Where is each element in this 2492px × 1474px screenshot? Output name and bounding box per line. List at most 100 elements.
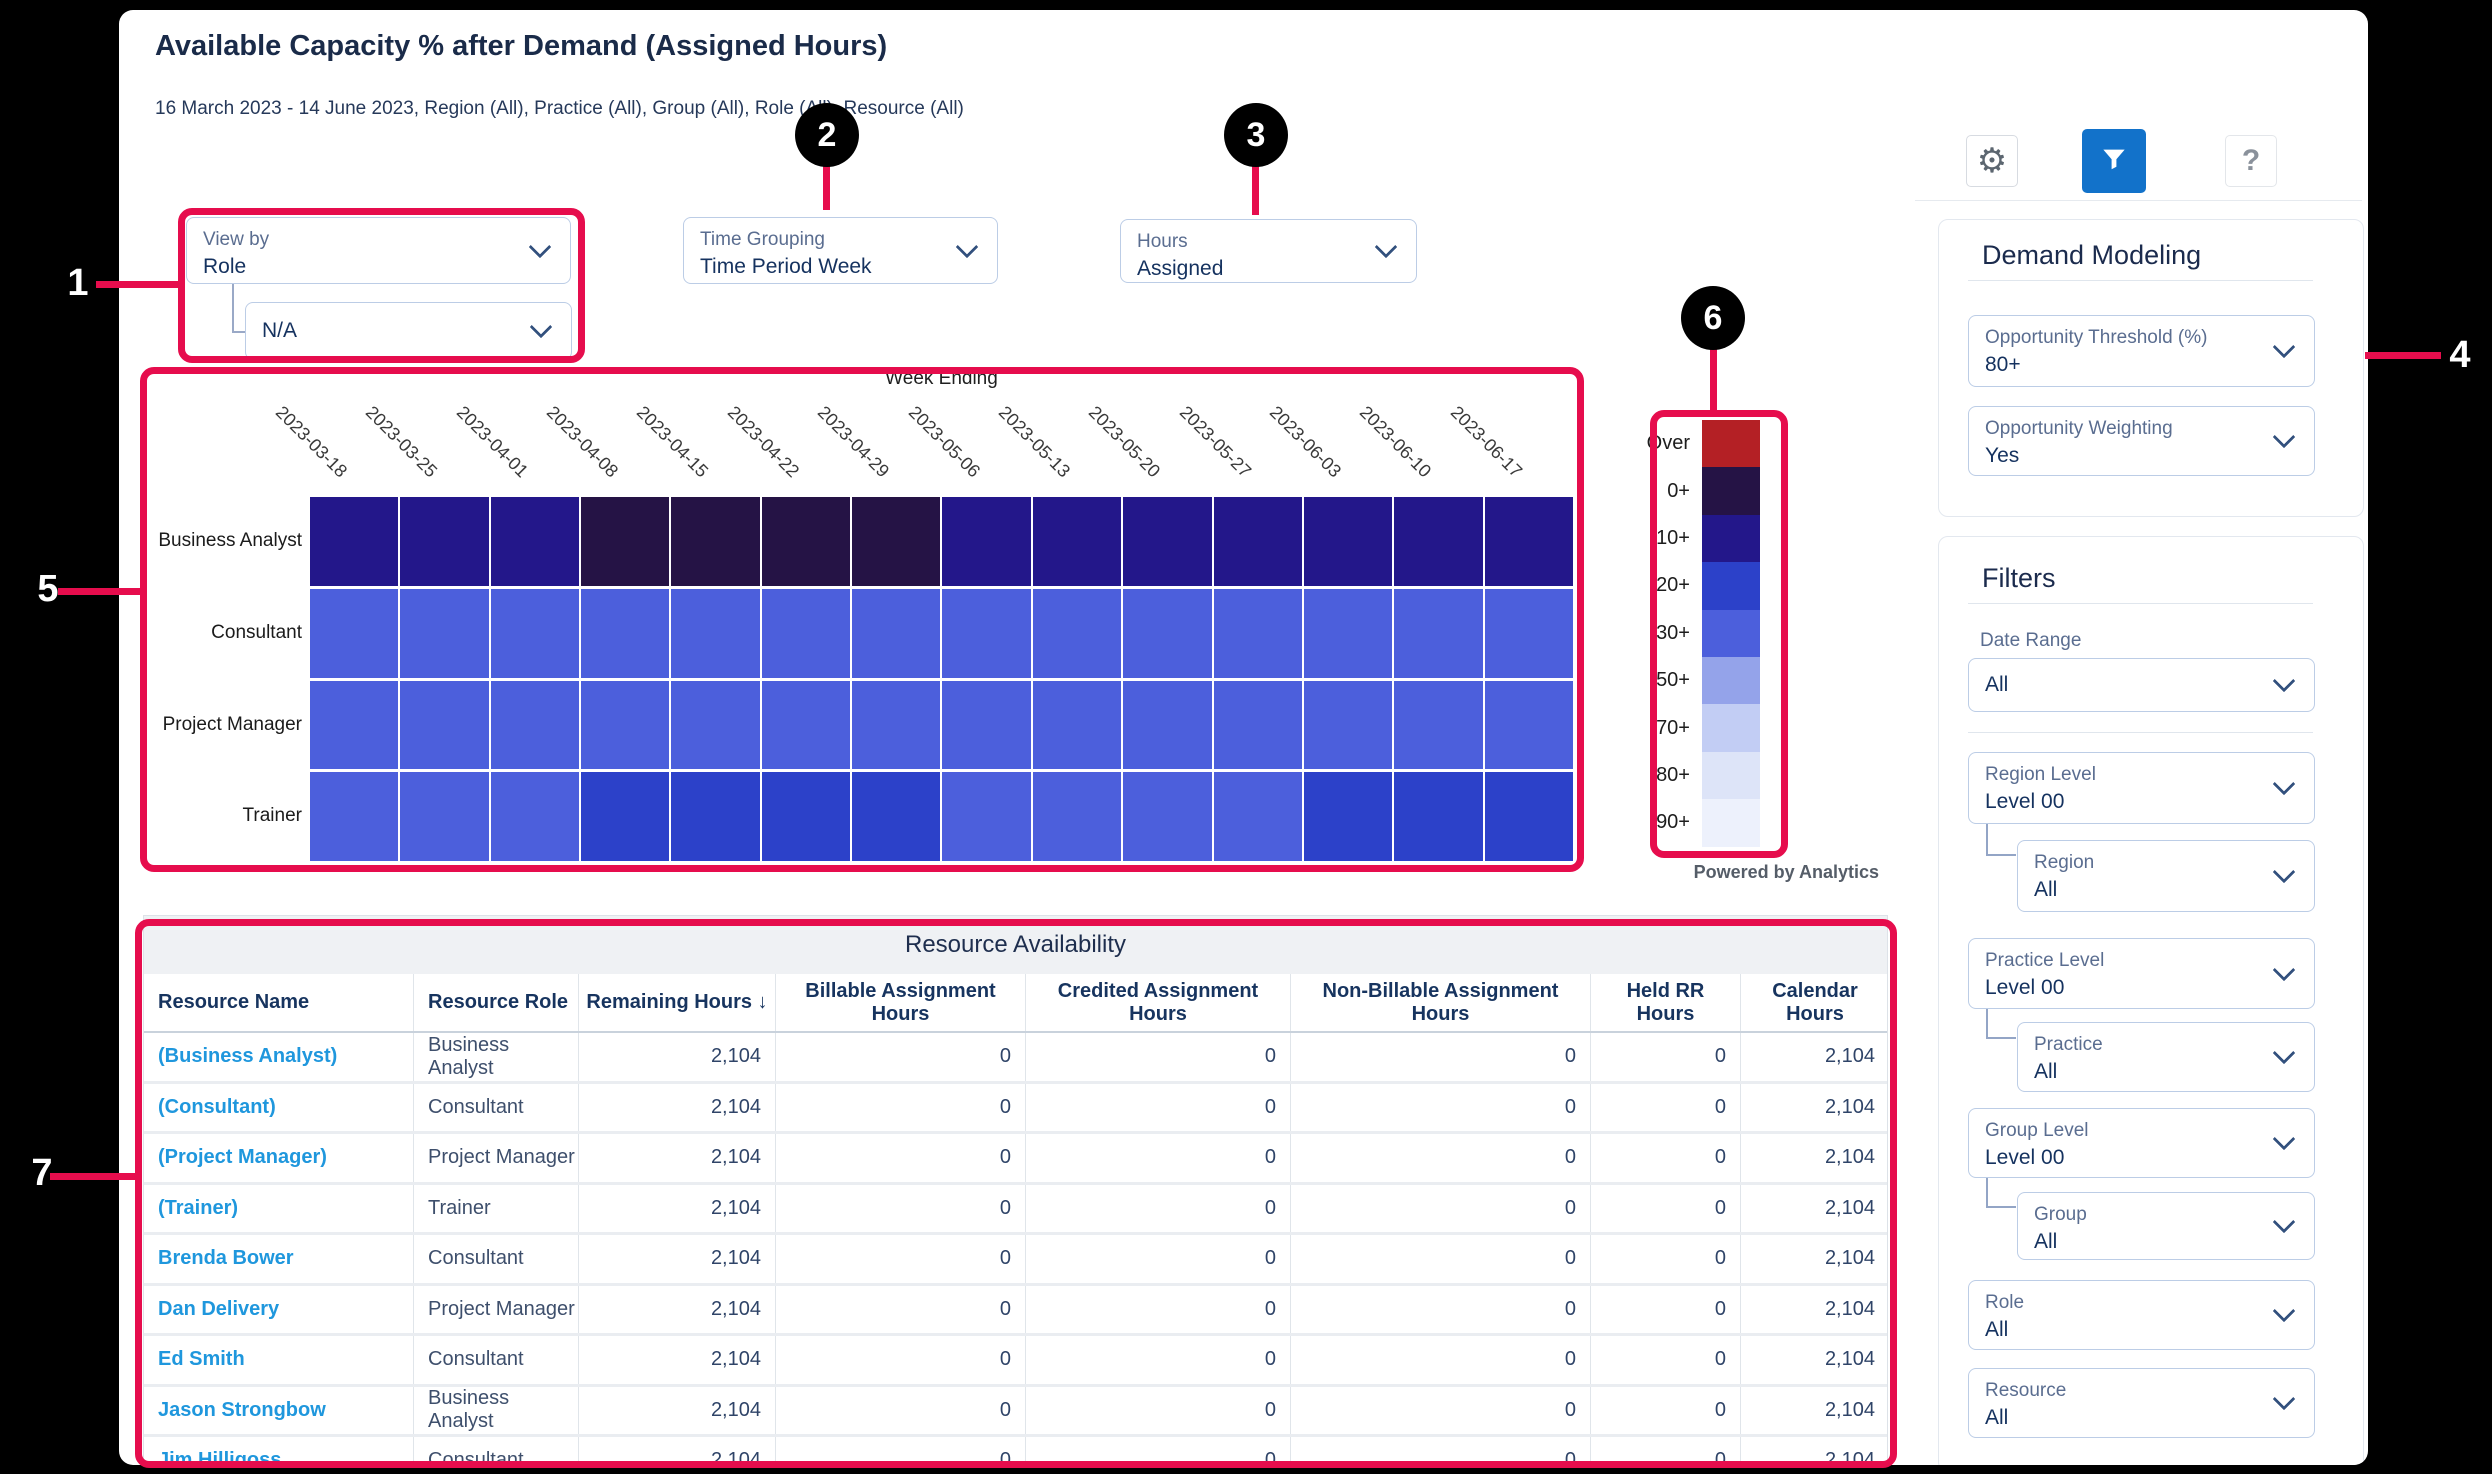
hours-dropdown[interactable]: Hours Assigned bbox=[1120, 219, 1417, 283]
practice-level-dropdown[interactable]: Practice Level Level 00 bbox=[1968, 938, 2315, 1009]
heatmap-cell[interactable] bbox=[852, 680, 941, 770]
heatmap-cell[interactable] bbox=[581, 497, 670, 586]
filter-button[interactable] bbox=[2082, 129, 2146, 193]
heatmap-cell[interactable] bbox=[852, 772, 941, 861]
heatmap-cell[interactable] bbox=[1394, 588, 1483, 678]
heatmap-cell[interactable] bbox=[1032, 497, 1122, 586]
tree-connector bbox=[232, 331, 245, 333]
date-range-dropdown[interactable]: All bbox=[1968, 658, 2315, 712]
heatmap-cell[interactable] bbox=[1213, 772, 1302, 861]
heatmap-cell[interactable] bbox=[1394, 497, 1483, 586]
resource-name-link[interactable]: (Project Manager) bbox=[144, 1134, 414, 1182]
heatmap-cell[interactable] bbox=[1123, 680, 1212, 770]
heatmap-cell[interactable] bbox=[942, 772, 1031, 861]
heatmap-cell[interactable] bbox=[310, 497, 399, 586]
opportunity-weighting-label: Opportunity Weighting bbox=[1985, 418, 2173, 439]
resource-name-link[interactable]: Ed Smith bbox=[144, 1336, 414, 1384]
heatmap-cell[interactable] bbox=[490, 680, 580, 770]
heatmap-cell[interactable] bbox=[1484, 588, 1573, 678]
heatmap-cell[interactable] bbox=[1032, 680, 1122, 770]
heatmap-cell[interactable] bbox=[761, 588, 851, 678]
heatmap-cell[interactable] bbox=[761, 772, 851, 861]
heatmap-cell[interactable] bbox=[581, 680, 670, 770]
time-grouping-dropdown[interactable]: Time Grouping Time Period Week bbox=[683, 217, 998, 284]
hours-label: Hours bbox=[1137, 231, 1188, 252]
heatmap-col-label: 2023-03-25 bbox=[362, 402, 442, 482]
heatmap-cell[interactable] bbox=[671, 497, 760, 586]
heatmap-cell[interactable] bbox=[942, 497, 1031, 586]
heatmap-cell[interactable] bbox=[1213, 497, 1302, 586]
heatmap-cell[interactable] bbox=[761, 680, 851, 770]
resource-dropdown[interactable]: Resource All bbox=[1968, 1368, 2315, 1438]
heatmap-cell[interactable] bbox=[671, 680, 760, 770]
resource-name-link[interactable]: (Consultant) bbox=[144, 1083, 414, 1131]
heatmap-cell[interactable] bbox=[671, 772, 760, 861]
heatmap-cell[interactable] bbox=[1123, 772, 1212, 861]
opportunity-weighting-dropdown[interactable]: Opportunity Weighting Yes bbox=[1968, 406, 2315, 476]
settings-button[interactable]: ⚙ bbox=[1966, 135, 2018, 187]
callout-badge-7: 7 bbox=[31, 1152, 53, 1194]
heatmap-cell[interactable] bbox=[310, 588, 399, 678]
resource-name-link[interactable]: Jim Hilligoss bbox=[144, 1437, 414, 1465]
heatmap-cell[interactable] bbox=[1213, 588, 1302, 678]
heatmap-cell[interactable] bbox=[852, 588, 941, 678]
heatmap-cell[interactable] bbox=[942, 588, 1031, 678]
heatmap-cell[interactable] bbox=[581, 588, 670, 678]
heatmap-cell[interactable] bbox=[310, 772, 399, 861]
heatmap-cell[interactable] bbox=[1123, 497, 1212, 586]
table-header-cell[interactable]: Resource Name bbox=[144, 974, 414, 1031]
heatmap-cell[interactable] bbox=[400, 772, 489, 861]
hours-value-cell: 0 bbox=[1291, 1437, 1591, 1465]
group-dropdown[interactable]: Group All bbox=[2017, 1192, 2315, 1260]
table-header-cell[interactable]: Non-Billable Assignment Hours bbox=[1291, 974, 1591, 1031]
resource-name-link[interactable]: Jason Strongbow bbox=[144, 1386, 414, 1434]
heatmap-cell[interactable] bbox=[490, 497, 580, 586]
heatmap-cell[interactable] bbox=[1123, 588, 1212, 678]
heatmap-cell[interactable] bbox=[671, 588, 760, 678]
view-by-dropdown[interactable]: View by Role bbox=[186, 217, 571, 284]
resource-name-link[interactable]: (Business Analyst) bbox=[144, 1033, 414, 1081]
heatmap-cell[interactable] bbox=[1303, 497, 1393, 586]
hours-value-cell: 0 bbox=[1591, 1184, 1741, 1232]
heatmap-cell[interactable] bbox=[1213, 680, 1302, 770]
table-header-cell[interactable]: Held RR Hours bbox=[1591, 974, 1741, 1031]
resource-name-link[interactable]: Dan Delivery bbox=[144, 1285, 414, 1333]
heatmap-cell[interactable] bbox=[1484, 680, 1573, 770]
region-dropdown[interactable]: Region All bbox=[2017, 840, 2315, 912]
heatmap-cell[interactable] bbox=[1303, 588, 1393, 678]
practice-dropdown[interactable]: Practice All bbox=[2017, 1022, 2315, 1092]
table-header-cell[interactable]: Remaining Hours ↓ bbox=[579, 974, 776, 1031]
heatmap-cell[interactable] bbox=[1394, 772, 1483, 861]
resource-name-link[interactable]: (Trainer) bbox=[144, 1184, 414, 1232]
opportunity-threshold-dropdown[interactable]: Opportunity Threshold (%) 80+ bbox=[1968, 315, 2315, 387]
heatmap-cell[interactable] bbox=[852, 497, 941, 586]
heatmap-cell[interactable] bbox=[942, 680, 1031, 770]
heatmap-cell[interactable] bbox=[490, 772, 580, 861]
heatmap-cell[interactable] bbox=[761, 497, 851, 586]
table-header-cell[interactable]: Credited Assignment Hours bbox=[1026, 974, 1291, 1031]
heatmap-cell[interactable] bbox=[1484, 772, 1573, 861]
table-header-cell[interactable]: Billable Assignment Hours bbox=[776, 974, 1026, 1031]
group-level-dropdown[interactable]: Group Level Level 00 bbox=[1968, 1108, 2315, 1178]
heatmap-cell[interactable] bbox=[1484, 497, 1573, 586]
heatmap-cell[interactable] bbox=[1303, 772, 1393, 861]
heatmap-cell[interactable] bbox=[1303, 680, 1393, 770]
heatmap-cell[interactable] bbox=[310, 680, 399, 770]
heatmap-cell[interactable] bbox=[581, 772, 670, 861]
heatmap-cell[interactable] bbox=[1394, 680, 1483, 770]
heatmap-cell[interactable] bbox=[490, 588, 580, 678]
legend-label: 70+ bbox=[1656, 716, 1690, 739]
role-dropdown[interactable]: Role All bbox=[1968, 1280, 2315, 1350]
table-body: (Business Analyst) Business Analyst 2,104 0… bbox=[144, 1033, 1887, 1465]
resource-name-link[interactable]: Brenda Bower bbox=[144, 1235, 414, 1283]
heatmap-cell[interactable] bbox=[1032, 588, 1122, 678]
heatmap-cell[interactable] bbox=[1032, 772, 1122, 861]
help-button[interactable]: ? bbox=[2225, 135, 2277, 187]
table-header-cell[interactable]: Calendar Hours bbox=[1741, 974, 1889, 1031]
view-by-sub-dropdown[interactable]: N/A bbox=[245, 302, 572, 360]
region-level-dropdown[interactable]: Region Level Level 00 bbox=[1968, 752, 2315, 824]
heatmap-cell[interactable] bbox=[400, 497, 489, 586]
heatmap-cell[interactable] bbox=[400, 680, 489, 770]
table-header-cell[interactable]: Resource Role bbox=[414, 974, 579, 1031]
heatmap-cell[interactable] bbox=[400, 588, 489, 678]
